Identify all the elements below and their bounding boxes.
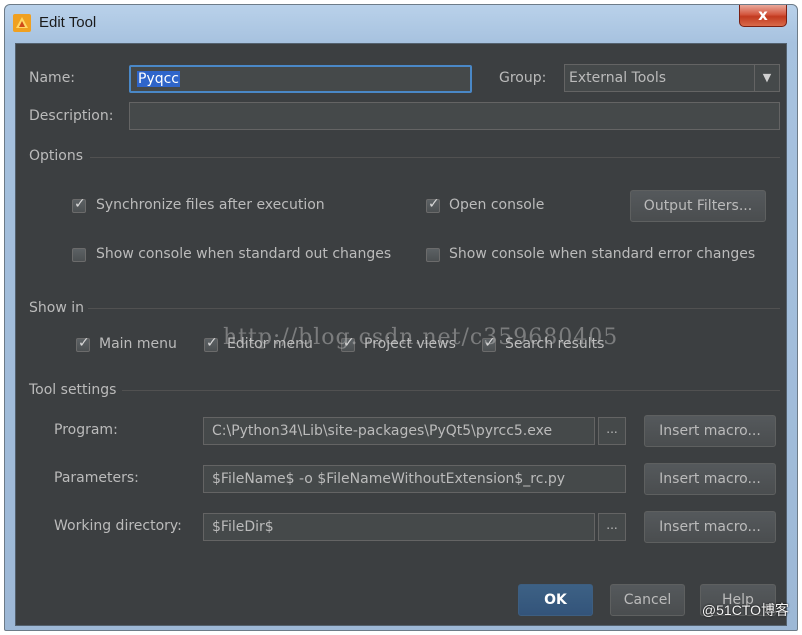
parameters-label: Parameters: [54, 470, 139, 486]
editor-menu-label: Editor menu [227, 336, 313, 352]
window-title: Edit Tool [39, 14, 97, 31]
show-console-err-checkbox[interactable] [426, 248, 440, 262]
description-label: Description: [29, 108, 114, 124]
editor-menu-checkbox[interactable] [204, 335, 218, 352]
cancel-button[interactable]: Cancel [610, 584, 685, 616]
cancel-button-label: Cancel [623, 592, 672, 608]
search-results-label: Search results [505, 336, 605, 352]
program-label: Program: [54, 422, 118, 438]
name-input-selection: Pyqcc [137, 71, 181, 87]
main-menu-label: Main menu [99, 336, 177, 352]
parameters-insert-macro-label: Insert macro... [659, 471, 761, 487]
title-bar[interactable]: Edit Tool x [5, 5, 797, 41]
edit-tool-window: Edit Tool x Name: Pyqcc Group: External … [4, 4, 798, 631]
ok-button[interactable]: OK [518, 584, 593, 616]
tool-settings-section-title: Tool settings [29, 382, 117, 398]
sync-files-checkbox[interactable] [72, 196, 86, 213]
group-label: Group: [499, 70, 547, 86]
options-section-title: Options [29, 148, 84, 164]
program-browse-button[interactable]: ... [598, 417, 626, 445]
show-console-out-checkbox[interactable] [72, 248, 86, 262]
description-input[interactable] [129, 102, 780, 130]
close-button[interactable]: x [739, 5, 787, 27]
working-dir-input[interactable]: $FileDir$ [203, 513, 595, 541]
open-console-label: Open console [449, 197, 545, 213]
corner-watermark: @51CTO博客 [701, 602, 789, 618]
parameters-insert-macro-button[interactable]: Insert macro... [644, 463, 776, 495]
output-filters-button[interactable]: Output Filters... [630, 190, 766, 222]
dialog-content: Name: Pyqcc Group: External Tools ▼ Desc… [15, 43, 787, 626]
working-dir-insert-macro-label: Insert macro... [659, 519, 761, 535]
name-label: Name: [29, 70, 76, 86]
show-in-separator [88, 308, 780, 309]
ok-button-label: OK [544, 592, 567, 608]
name-input[interactable]: Pyqcc [129, 65, 472, 93]
program-insert-macro-button[interactable]: Insert macro... [644, 415, 776, 447]
open-console-checkbox[interactable] [426, 196, 440, 213]
project-views-checkbox[interactable] [341, 335, 355, 352]
tool-settings-separator [122, 390, 780, 391]
program-input[interactable]: C:\Python34\Lib\site-packages\PyQt5\pyrc… [203, 417, 595, 445]
show-in-section-title: Show in [29, 300, 84, 316]
program-insert-macro-label: Insert macro... [659, 423, 761, 439]
group-combobox[interactable]: External Tools ▼ [564, 64, 780, 92]
search-results-checkbox[interactable] [482, 335, 496, 352]
pycharm-app-icon [13, 14, 31, 32]
sync-files-label: Synchronize files after execution [96, 197, 325, 213]
working-dir-label: Working directory: [54, 518, 182, 534]
working-dir-insert-macro-button[interactable]: Insert macro... [644, 511, 776, 543]
main-menu-checkbox[interactable] [76, 335, 90, 352]
project-views-label: Project views [364, 336, 456, 352]
show-console-out-label: Show console when standard out changes [96, 246, 392, 262]
show-console-err-label: Show console when standard error changes [449, 246, 756, 262]
parameters-input[interactable]: $FileName$ -o $FileNameWithoutExtension$… [203, 465, 626, 493]
working-dir-browse-button[interactable]: ... [598, 513, 626, 541]
output-filters-label: Output Filters... [643, 198, 753, 214]
options-separator [90, 157, 780, 158]
dropdown-arrow-icon[interactable]: ▼ [754, 65, 779, 91]
group-selected-value: External Tools [569, 70, 667, 86]
